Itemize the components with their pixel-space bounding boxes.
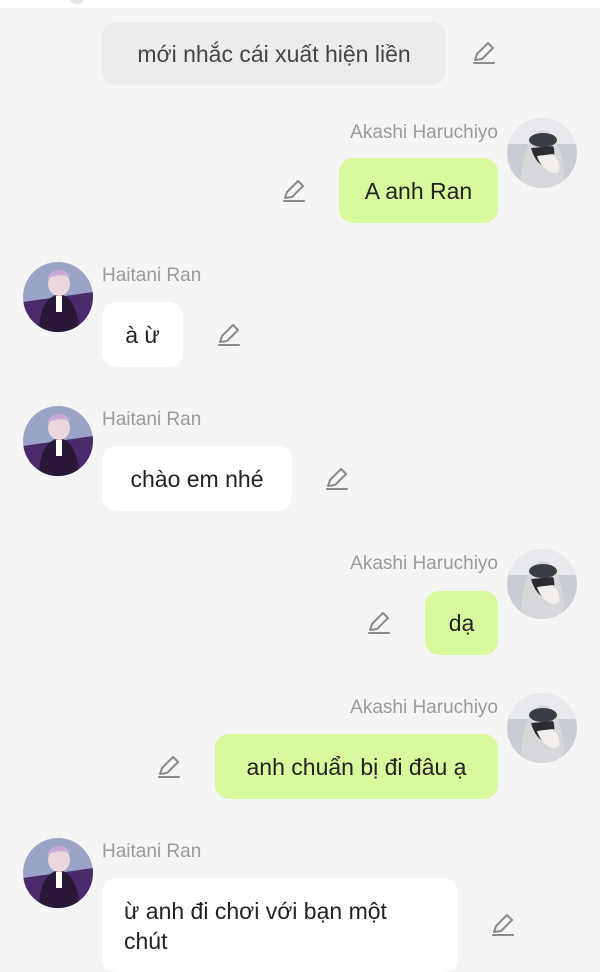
message-text: à ừ xyxy=(125,321,160,348)
sender-name: Haitani Ran xyxy=(102,409,202,430)
outgoing-message-bubble[interactable]: A anh Ran xyxy=(339,158,498,223)
outgoing-message-bubble[interactable]: dạ xyxy=(425,591,498,655)
avatar-akashi[interactable] xyxy=(507,549,577,619)
message-text: dạ xyxy=(448,610,475,636)
pencil-icon[interactable] xyxy=(471,40,497,66)
pencil-icon[interactable] xyxy=(281,178,307,204)
message-text: chào em nhé xyxy=(130,465,264,492)
pencil-icon[interactable] xyxy=(366,610,392,636)
sender-name: Akashi Haruchiyo xyxy=(350,122,498,143)
avatar-haitani[interactable] xyxy=(23,262,93,332)
message-text: A anh Ran xyxy=(364,177,473,204)
system-message-bubble[interactable]: mới nhắc cái xuất hiện liền xyxy=(102,22,446,85)
chat-screen: mới nhắc cái xuất hiện liền Akashi Haruc… xyxy=(0,0,600,972)
incoming-message-bubble[interactable]: ừ anh đi chơi với bạn một chút xyxy=(102,878,458,972)
avatar-akashi[interactable] xyxy=(507,118,577,188)
header-shadow xyxy=(70,0,84,4)
pencil-icon[interactable] xyxy=(216,322,242,348)
avatar-haitani[interactable] xyxy=(23,406,93,476)
pencil-icon[interactable] xyxy=(490,912,516,938)
sender-name: Akashi Haruchiyo xyxy=(350,697,498,718)
incoming-message-bubble[interactable]: chào em nhé xyxy=(102,446,292,511)
message-text: mới nhắc cái xuất hiện liền xyxy=(137,40,411,67)
pencil-icon[interactable] xyxy=(156,754,182,780)
message-text: anh chuẩn bị đi đâu ạ xyxy=(246,753,467,780)
avatar-haitani[interactable] xyxy=(23,838,93,908)
avatar-akashi[interactable] xyxy=(507,693,577,763)
message-text: ừ anh đi chơi với bạn một chút xyxy=(124,898,387,954)
sender-name: Haitani Ran xyxy=(102,265,202,286)
outgoing-message-bubble[interactable]: anh chuẩn bị đi đâu ạ xyxy=(215,734,498,799)
top-edge xyxy=(0,0,600,8)
incoming-message-bubble[interactable]: à ừ xyxy=(102,302,183,367)
pencil-icon[interactable] xyxy=(324,466,350,492)
sender-name: Haitani Ran xyxy=(102,841,202,862)
sender-name: Akashi Haruchiyo xyxy=(350,553,498,574)
